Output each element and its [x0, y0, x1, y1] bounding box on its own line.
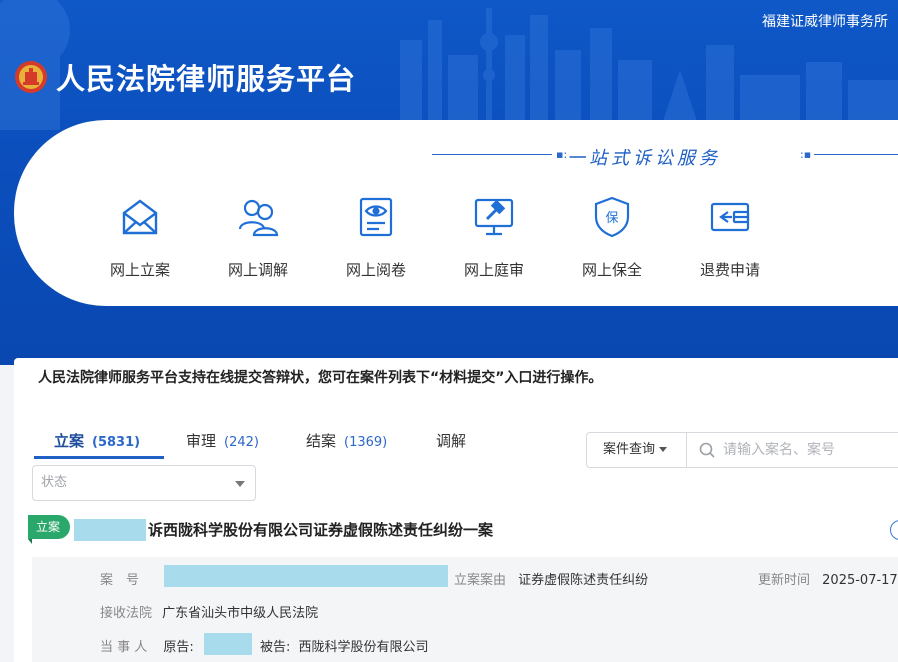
redacted-plaintiff-name — [74, 519, 146, 541]
updated-time-value: 2025-07-17 — [822, 573, 898, 588]
service-online-hearing[interactable]: 网上庭审 — [444, 195, 544, 280]
receiving-court-field: 接收法院 广东省汕头市中级人民法院 — [100, 602, 318, 621]
tab-count: (242) — [224, 435, 259, 450]
document-eye-icon — [359, 197, 393, 237]
tab-label: 调解 — [436, 432, 467, 450]
case-search-box: 案件查询 — [586, 432, 898, 468]
svg-text:保: 保 — [605, 211, 618, 226]
wallet-refund-icon — [710, 202, 750, 232]
notice-banner: 人民法院律师服务平台支持在线提交答辩状，您可在案件列表下“材料提交”入口进行操作… — [38, 370, 603, 386]
receiving-court-value: 广东省汕头市中级人民法院 — [162, 606, 319, 621]
tab-label: 审理 — [186, 432, 217, 450]
updated-time-label: 更新时间 — [758, 573, 811, 588]
receiving-court-label: 接收法院 — [100, 606, 153, 621]
caret-down-icon — [659, 447, 668, 452]
service-refund-request[interactable]: 退费申请 — [680, 195, 780, 280]
defendant-value: 西陇科学股份有限公司 — [298, 640, 429, 655]
case-number-label: 案 号 — [100, 573, 140, 588]
gavel-monitor-icon — [474, 198, 514, 236]
redacted-plaintiff — [204, 633, 252, 655]
case-list-panel: 人民法院律师服务平台支持在线提交答辩状，您可在案件列表下“材料提交”入口进行操作… — [14, 358, 898, 662]
tab-mediation[interactable]: 调解 — [436, 430, 466, 458]
case-status-tabs: 立案 (5831) 审理 (242) 结案 (1369) 调解 — [34, 430, 474, 458]
service-label: 网上阅卷 — [345, 261, 406, 279]
service-label: 网上庭审 — [463, 261, 524, 279]
service-label: 退费申请 — [699, 261, 760, 279]
header-banner: 福建证威律师事务所 人民法院律师服务平台 ▪: 一站式诉讼服务 :▪ 网上立案 — [0, 0, 898, 365]
active-tab-indicator — [34, 456, 164, 459]
tab-label: 立案 — [54, 432, 85, 450]
tab-count: (5831) — [92, 435, 141, 450]
tagline-dots-right: :▪ — [800, 148, 812, 161]
case-number-field: 案 号 — [100, 569, 139, 588]
law-firm-name[interactable]: 福建证威律师事务所 — [762, 11, 888, 31]
shield-icon: 保 — [594, 196, 630, 238]
defendant-label: 被告: — [260, 640, 291, 655]
search-input[interactable] — [689, 433, 898, 467]
platform-title: 人民法院律师服务平台 — [56, 62, 357, 96]
plaintiff-label: 原告: — [163, 640, 194, 655]
case-card[interactable]: 立案 诉西陇科学股份有限公司证券虚假陈述责任纠纷一案 案 号 立案案由 证券虚假… — [28, 503, 898, 662]
service-label: 网上保全 — [581, 261, 642, 279]
case-card-header: 立案 诉西陇科学股份有限公司证券虚假陈述责任纠纷一案 — [28, 503, 898, 557]
updated-time-field: 更新时间 2025-07-17 — [758, 569, 898, 588]
service-online-preservation[interactable]: 保 网上保全 — [562, 195, 662, 280]
tagline-line-right — [814, 154, 898, 155]
query-type-dropdown[interactable]: 案件查询 — [587, 433, 687, 467]
case-title[interactable]: 诉西陇科学股份有限公司证券虚假陈述责任纠纷一案 — [148, 519, 493, 540]
tagline-dots-left: ▪: — [556, 148, 568, 161]
service-online-filing[interactable]: 网上立案 — [90, 195, 190, 280]
redacted-case-number — [164, 565, 448, 587]
case-cause-field: 立案案由 证券虚假陈述责任纠纷 — [454, 569, 648, 588]
tab-count: (1369) — [344, 435, 388, 450]
parties-label: 当 事 人 — [100, 640, 148, 655]
case-status-badge: 立案 — [28, 515, 71, 544]
tab-trial[interactable]: 审理 (242) — [186, 430, 259, 458]
tab-closed[interactable]: 结案 (1369) — [306, 430, 387, 458]
court-emblem-icon — [15, 61, 47, 93]
status-placeholder: 状态 — [41, 475, 68, 490]
defendant-field: 被告: 西陇科学股份有限公司 — [260, 636, 429, 655]
service-label: 网上调解 — [227, 261, 288, 279]
tagline-line-left — [432, 154, 552, 155]
case-cause-value: 证券虚假陈述责任纠纷 — [518, 573, 649, 588]
platform-brand: 人民法院律师服务平台 — [14, 56, 356, 98]
tagline: ▪: 一站式诉讼服务 :▪ — [432, 144, 898, 169]
service-online-file-review[interactable]: 网上阅卷 — [326, 195, 426, 280]
status-filter-select[interactable]: 状态 — [32, 465, 256, 501]
service-online-mediation[interactable]: 网上调解 — [208, 195, 308, 280]
query-type-label: 案件查询 — [603, 442, 656, 457]
tagline-text: 一站式诉讼服务 — [567, 148, 721, 169]
tab-label: 结案 — [306, 432, 337, 450]
caret-down-icon — [235, 481, 245, 487]
people-icon — [238, 199, 279, 237]
case-cause-label: 立案案由 — [454, 573, 507, 588]
service-label: 网上立案 — [109, 261, 170, 279]
info-icon[interactable] — [890, 520, 898, 540]
tab-filed[interactable]: 立案 (5831) — [54, 430, 140, 458]
parties-field: 当 事 人 原告: — [100, 636, 194, 655]
envelope-icon — [122, 199, 158, 235]
